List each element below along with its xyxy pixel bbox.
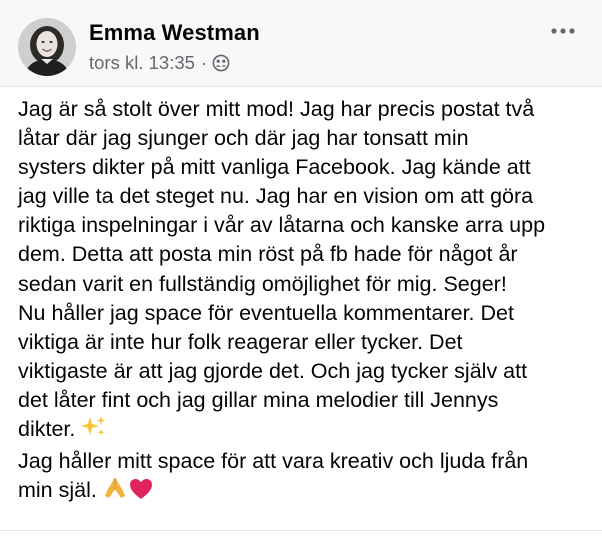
post-line: Jag är så stolt över mitt mod! Jag har p… (18, 97, 535, 121)
post-line-with-emoji: dikter. (18, 415, 590, 447)
post-line-with-emoji: min själ. (18, 476, 590, 508)
friends-icon[interactable] (212, 54, 230, 72)
sparkles-emoji (81, 415, 107, 447)
red-heart-emoji (129, 478, 153, 508)
post-line: sedan varit en fullständig omöjlighet fö… (18, 271, 507, 296)
avatar-photo (18, 18, 76, 76)
post-body: Jag är så stolt över mitt mod! Jag har p… (18, 95, 590, 508)
facebook-post: Emma Westman tors kl. 13:35 · Jag är så … (0, 0, 602, 540)
avatar[interactable] (18, 18, 76, 76)
post-line: det låter fint och jag gillar mina melod… (18, 387, 499, 412)
post-timestamp[interactable]: tors kl. 13:35 (89, 52, 195, 74)
post-line: systers dikter på mitt vanliga Facebook.… (18, 155, 531, 180)
author-name[interactable]: Emma Westman (89, 20, 260, 46)
post-line-text: min själ. (18, 478, 97, 503)
more-horizontal-icon (551, 28, 575, 34)
post-divider (0, 530, 602, 531)
post-line: viktiga är inte hur folk reagerar eller … (18, 329, 463, 354)
post-line: dem. Detta att posta min röst på fb hade… (18, 242, 518, 267)
post-line: riktiga inspelningar i vår av låtarna oc… (18, 213, 546, 238)
post-line: viktigaste är att jag gjorde det. Och ja… (18, 358, 528, 383)
meta-separator: · (200, 52, 208, 73)
post-line: jag ville ta det steget nu. Jag har en v… (18, 184, 534, 209)
post-meta: tors kl. 13:35 · (89, 52, 230, 74)
folded-hands-emoji (103, 476, 127, 508)
post-line: Nu håller jag space för eventuella komme… (18, 300, 514, 325)
post-line: låtar där jag sjunger och där jag har to… (18, 126, 469, 151)
post-line-text: dikter. (18, 417, 76, 442)
more-options-button[interactable] (548, 22, 578, 40)
post-header: Emma Westman tors kl. 13:35 · (0, 0, 602, 87)
post-line: Jag håller mitt space för att vara kreat… (18, 449, 529, 474)
